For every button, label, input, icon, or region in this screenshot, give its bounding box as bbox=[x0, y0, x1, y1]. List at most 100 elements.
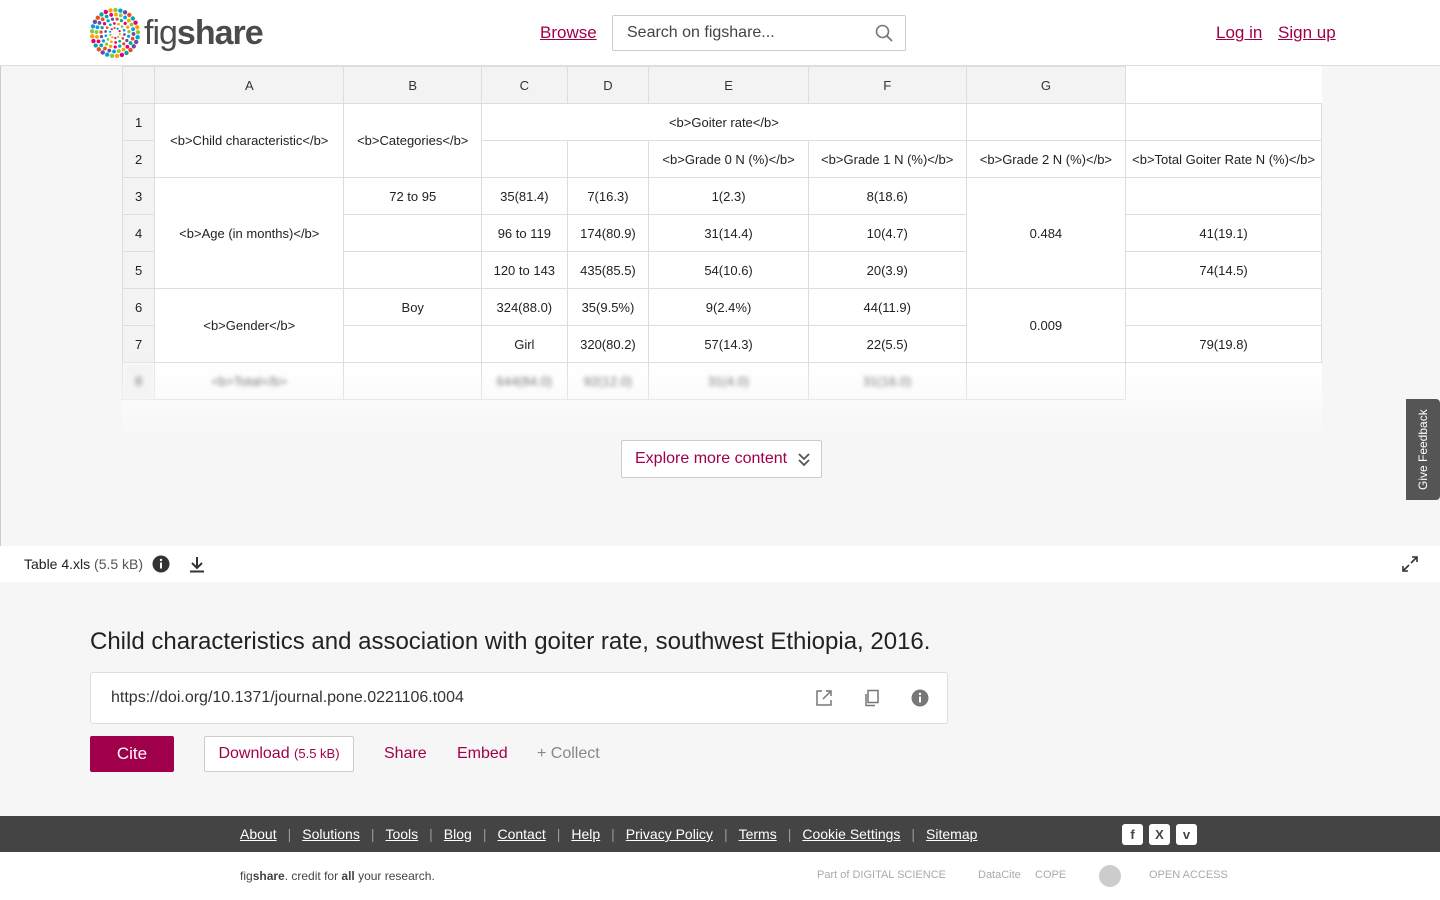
cell[interactable] bbox=[343, 362, 483, 400]
cell[interactable] bbox=[343, 214, 483, 252]
row-number: 1 bbox=[122, 103, 156, 141]
cell[interactable]: 35(9.5%) bbox=[566, 288, 650, 326]
cell[interactable]: 644(84.0) bbox=[481, 362, 568, 400]
cell[interactable]: 0.484 bbox=[965, 177, 1127, 289]
footer-link-tools[interactable]: Tools bbox=[385, 826, 418, 842]
cell[interactable]: 72 to 95 bbox=[343, 177, 483, 215]
cell[interactable] bbox=[481, 140, 568, 178]
browse-link[interactable]: Browse bbox=[540, 23, 597, 43]
cell[interactable]: <b>Age (in months)</b> bbox=[154, 177, 345, 289]
cell[interactable]: <b>Grade 2 N (%)</b> bbox=[965, 140, 1127, 178]
copy-icon[interactable] bbox=[863, 689, 881, 707]
footer-link-blog[interactable]: Blog bbox=[444, 826, 472, 842]
share-link[interactable]: Share bbox=[384, 745, 427, 763]
cell[interactable]: 79(19.8) bbox=[1125, 325, 1322, 363]
cell[interactable]: 54(10.6) bbox=[648, 251, 809, 289]
cell[interactable]: 1(2.3) bbox=[648, 177, 809, 215]
cell[interactable]: 8(18.6) bbox=[807, 177, 967, 215]
cell[interactable] bbox=[343, 251, 483, 289]
cell[interactable]: <b>Child characteristic</b> bbox=[154, 103, 345, 178]
vimeo-icon[interactable]: v bbox=[1176, 824, 1197, 845]
footer-link-solutions[interactable]: Solutions bbox=[302, 826, 360, 842]
cell[interactable]: <b>Total</b> bbox=[154, 362, 345, 400]
explore-more-button[interactable]: Explore more content bbox=[621, 440, 822, 478]
cell[interactable]: 0.009 bbox=[965, 288, 1127, 363]
cell[interactable] bbox=[1125, 362, 1322, 400]
cell[interactable]: 9(2.4%) bbox=[648, 288, 809, 326]
cell[interactable]: 96 to 119 bbox=[481, 214, 568, 252]
cell[interactable]: Boy bbox=[343, 288, 483, 326]
download-icon[interactable] bbox=[188, 555, 206, 573]
cell[interactable]: <b>Gender</b> bbox=[154, 288, 345, 363]
open-access-logo[interactable]: OPEN ACCESS bbox=[1149, 869, 1228, 881]
download-button[interactable]: Download (5.5 kB) bbox=[204, 736, 354, 772]
cell[interactable]: 22(5.5) bbox=[807, 325, 967, 363]
cell[interactable]: 174(80.9) bbox=[566, 214, 650, 252]
facebook-icon[interactable]: f bbox=[1122, 824, 1143, 845]
doi-info-icon[interactable] bbox=[911, 689, 929, 707]
cell[interactable]: 10(4.7) bbox=[807, 214, 967, 252]
cell[interactable] bbox=[1125, 103, 1322, 141]
table-row: 3 <b>Age (in months)</b> 72 to 95 35(81.… bbox=[122, 177, 1322, 289]
cell[interactable]: 57(14.3) bbox=[648, 325, 809, 363]
search-input[interactable] bbox=[613, 24, 863, 42]
cell[interactable]: 44(11.9) bbox=[807, 288, 967, 326]
footer-link-terms[interactable]: Terms bbox=[739, 826, 777, 842]
collect-link[interactable]: + Collect bbox=[537, 745, 600, 763]
cell[interactable]: 7(16.3) bbox=[566, 177, 650, 215]
cell[interactable]: 435(85.5) bbox=[566, 251, 650, 289]
column-header-row: A B C D E F G bbox=[122, 66, 1322, 104]
cell[interactable] bbox=[566, 140, 650, 178]
cell[interactable]: Girl bbox=[481, 325, 568, 363]
embed-link[interactable]: Embed bbox=[457, 745, 508, 763]
cell[interactable] bbox=[965, 362, 1127, 400]
cell[interactable]: 320(80.2) bbox=[566, 325, 650, 363]
fullscreen-icon[interactable] bbox=[1402, 556, 1418, 572]
cell[interactable] bbox=[965, 103, 1127, 141]
doi-link[interactable]: https://doi.org/10.1371/journal.pone.022… bbox=[111, 689, 464, 707]
spreadsheet-preview[interactable]: A B C D E F G 1 <b>Child characteristic<… bbox=[122, 66, 1322, 486]
footer-link-contact[interactable]: Contact bbox=[497, 826, 545, 842]
search-icon[interactable] bbox=[875, 24, 893, 42]
logo-wordmark: figshare bbox=[144, 13, 264, 52]
cell[interactable]: <b>Grade 1 N (%)</b> bbox=[807, 140, 967, 178]
column-header-e: E bbox=[648, 66, 809, 104]
cell[interactable]: 31(4.0) bbox=[648, 362, 809, 400]
login-link[interactable]: Log in bbox=[1216, 23, 1262, 43]
cell[interactable]: 324(88.0) bbox=[481, 288, 568, 326]
footer-link-sitemap[interactable]: Sitemap bbox=[926, 826, 977, 842]
site-header: figshare Browse Log in Sign up bbox=[0, 0, 1440, 66]
cell[interactable]: 31(16.0) bbox=[807, 362, 967, 400]
datacite-logo[interactable]: DataCite bbox=[978, 869, 1021, 881]
cell[interactable]: <b>Categories</b> bbox=[343, 103, 483, 178]
cell[interactable] bbox=[343, 325, 483, 363]
footer-link-privacy[interactable]: Privacy Policy bbox=[626, 826, 713, 842]
cell[interactable]: 41(19.1) bbox=[1125, 214, 1322, 252]
cell[interactable]: 20(3.9) bbox=[807, 251, 967, 289]
cope-logo[interactable]: COPE bbox=[1035, 869, 1066, 881]
cell[interactable]: <b>Total Goiter Rate N (%)</b> bbox=[1125, 140, 1322, 178]
x-twitter-icon[interactable]: X bbox=[1149, 824, 1170, 845]
footer-link-cookie-settings[interactable]: Cookie Settings bbox=[802, 826, 900, 842]
figshare-logo[interactable]: figshare bbox=[90, 8, 264, 58]
cell[interactable] bbox=[1125, 288, 1322, 326]
cell[interactable]: 31(14.4) bbox=[648, 214, 809, 252]
give-feedback-tab[interactable]: Give Feedback bbox=[1406, 399, 1440, 500]
cite-button[interactable]: Cite bbox=[90, 736, 174, 772]
cell[interactable]: 74(14.5) bbox=[1125, 251, 1322, 289]
external-link-icon[interactable] bbox=[815, 689, 833, 707]
digital-science-logo[interactable]: Part of DIGITAL SCIENCE bbox=[817, 869, 946, 881]
cell[interactable]: <b>Grade 0 N (%)</b> bbox=[648, 140, 809, 178]
footer-link-about[interactable]: About bbox=[240, 826, 277, 842]
cell[interactable] bbox=[1125, 177, 1322, 215]
footer-link-help[interactable]: Help bbox=[571, 826, 600, 842]
cell[interactable]: 35(81.4) bbox=[481, 177, 568, 215]
table-row: 8 <b>Total</b> 644(84.0) 92(12.0) 31(4.0… bbox=[122, 362, 1322, 400]
cell[interactable]: 120 to 143 bbox=[481, 251, 568, 289]
cell[interactable]: <b>Goiter rate</b> bbox=[481, 103, 967, 141]
search-box[interactable] bbox=[612, 15, 906, 51]
file-info-icon[interactable] bbox=[152, 555, 170, 573]
cell[interactable]: 92(12.0) bbox=[566, 362, 650, 400]
seal-logo-icon[interactable] bbox=[1098, 864, 1122, 888]
signup-link[interactable]: Sign up bbox=[1278, 23, 1336, 43]
